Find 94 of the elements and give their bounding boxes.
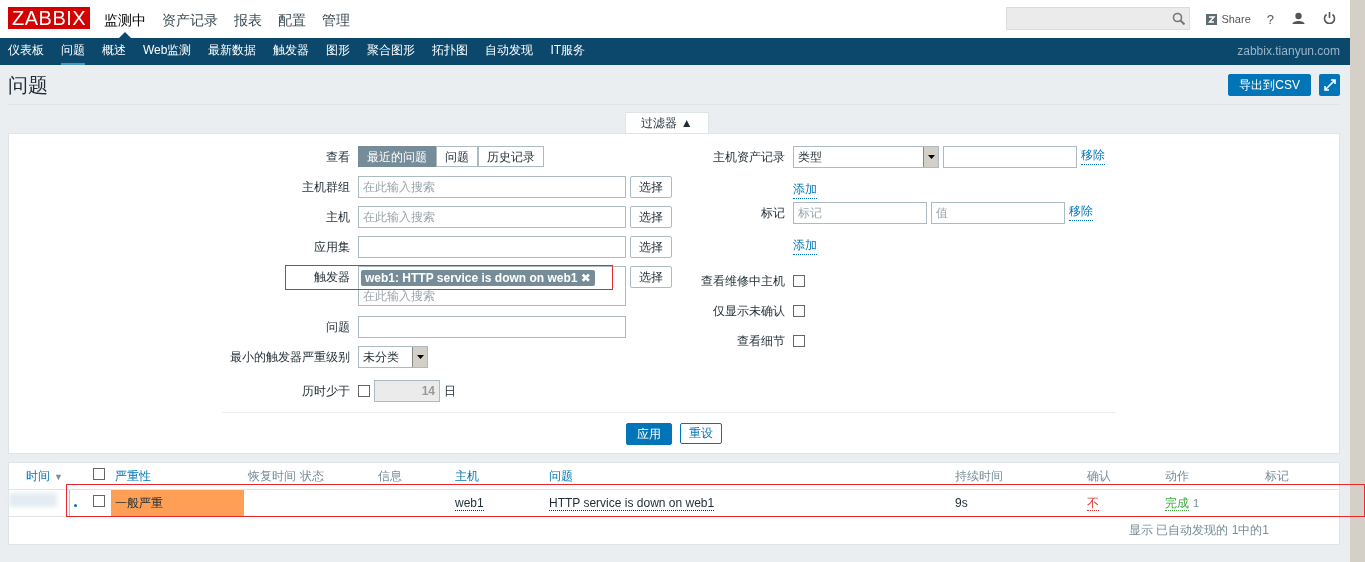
share-link[interactable]: Share: [1221, 11, 1251, 28]
action-count: 1: [1193, 496, 1200, 509]
field-label: 主机群组: [301, 179, 350, 196]
menu-item[interactable]: 监测中: [104, 0, 147, 38]
field-label: 触发器: [313, 269, 350, 286]
checkbox[interactable]: [358, 385, 370, 397]
logo[interactable]: ZABBIX: [8, 7, 91, 29]
severity-dropdown[interactable]: 未分类: [358, 346, 428, 368]
nav-tab[interactable]: 拓扑图: [432, 38, 469, 65]
nav-tab[interactable]: 仪表板: [8, 38, 44, 65]
menu-item[interactable]: 报表: [234, 0, 263, 38]
field-label: 查看: [325, 149, 350, 166]
help-link[interactable]: ?: [1266, 10, 1274, 30]
input-field[interactable]: [358, 236, 626, 258]
field-label: 查看细节: [736, 332, 785, 350]
fullscreen-button[interactable]: [1319, 73, 1340, 96]
input-field[interactable]: [358, 316, 626, 338]
menu-item[interactable]: 管理: [322, 0, 351, 38]
view-tab[interactable]: 问题: [436, 146, 478, 167]
nav-tab[interactable]: 图形: [326, 38, 351, 65]
scrollbar[interactable]: [1350, 0, 1365, 562]
remove-link[interactable]: 移除: [1069, 202, 1093, 221]
checkbox[interactable]: [93, 467, 105, 480]
checkbox[interactable]: [793, 335, 805, 347]
host-link[interactable]: web1: [455, 495, 484, 511]
column-header: 动作: [1165, 468, 1189, 483]
search-field[interactable]: [1006, 7, 1191, 30]
column-header: 信息: [378, 468, 402, 483]
filter-tab[interactable]: 过滤器 ▲: [625, 112, 709, 133]
menu-item[interactable]: 资产记录: [162, 0, 219, 38]
column-header: 恢复时间: [248, 468, 296, 483]
select-button[interactable]: 选择: [630, 206, 672, 228]
nav-tab[interactable]: IT服务: [550, 38, 586, 65]
paging-info: 显示 已自动发现的 1中的1: [1128, 521, 1270, 539]
view-tab[interactable]: 历史记录: [478, 146, 544, 167]
value-field[interactable]: 值: [931, 202, 1065, 224]
menu-item[interactable]: 配置: [278, 0, 307, 38]
column-header-link[interactable]: 严重性: [115, 468, 151, 483]
duration-text: 9s: [955, 495, 968, 510]
column-header: 持续时间: [955, 468, 1003, 483]
field-label: 历时少于: [301, 382, 350, 400]
checkbox[interactable]: [93, 494, 105, 507]
type-dropdown[interactable]: 类型: [793, 146, 939, 168]
add-link[interactable]: 添加: [793, 180, 817, 199]
nav-tab[interactable]: 自动发现: [485, 38, 534, 65]
trigger-tag: web1: HTTP service is down on web1: [365, 271, 581, 285]
checkbox[interactable]: [793, 275, 805, 287]
column-header-link[interactable]: 时间: [26, 468, 50, 483]
select-button[interactable]: 选择: [630, 266, 672, 288]
apply-button[interactable]: 应用: [626, 423, 672, 445]
nav-tab[interactable]: 聚合图形: [367, 38, 416, 65]
reset-button[interactable]: 重设: [680, 423, 722, 444]
search-icon: [1172, 12, 1186, 25]
column-header: 标记: [1265, 468, 1289, 483]
field-label: 问题: [325, 319, 350, 336]
nav-tab[interactable]: 触发器: [273, 38, 310, 65]
server-name: zabbix.tianyun.com: [1237, 43, 1340, 60]
user-icon[interactable]: [1292, 12, 1305, 24]
remove-link[interactable]: 移除: [1081, 146, 1105, 165]
nav-tab[interactable]: 问题: [61, 38, 85, 65]
share-logo-icon: [1206, 13, 1218, 25]
column-header-link[interactable]: 主机: [455, 468, 479, 483]
acknowledge-link[interactable]: 不: [1087, 495, 1099, 511]
caret-icon: [416, 355, 424, 359]
column-header: 确认: [1087, 468, 1111, 483]
caret-icon: [927, 155, 935, 159]
power-icon[interactable]: [1323, 11, 1336, 24]
unit-label: 日: [444, 383, 456, 400]
input-field[interactable]: [943, 146, 1077, 168]
select-button[interactable]: 选择: [630, 236, 672, 258]
field-label: 标记: [760, 205, 785, 222]
column-header-link[interactable]: 问题: [549, 468, 573, 483]
field-label: 最小的触发器严重级别: [229, 349, 350, 366]
checkbox[interactable]: [793, 305, 805, 317]
nav-tab[interactable]: 概述: [102, 38, 126, 65]
sort-arrow-icon: ▼: [54, 471, 63, 482]
input-field[interactable]: 在此输入搜索: [358, 206, 626, 228]
severity-cell: 一般严重: [111, 489, 244, 516]
input-field[interactable]: 在此输入搜索: [358, 176, 626, 198]
nav-tab[interactable]: 最新数据: [208, 38, 257, 65]
expand-icon: [1323, 78, 1336, 91]
field-label: 主机资产记录: [712, 149, 785, 166]
problem-link[interactable]: HTTP service is down on web1: [549, 495, 715, 511]
field-label: 查看维修中主机: [701, 272, 785, 290]
page-title: 问题: [8, 72, 48, 98]
field-label: 主机: [325, 209, 350, 226]
tag-field[interactable]: 标记: [793, 202, 927, 224]
select-button[interactable]: 选择: [630, 176, 672, 198]
nav-tab[interactable]: Web监测: [143, 38, 192, 65]
column-header: 状态: [300, 468, 324, 483]
field-label: 仅显示未确认: [712, 302, 785, 320]
field-label: 应用集: [313, 239, 350, 256]
export-button[interactable]: 导出到CSV: [1228, 73, 1311, 96]
add-link[interactable]: 添加: [793, 236, 817, 255]
